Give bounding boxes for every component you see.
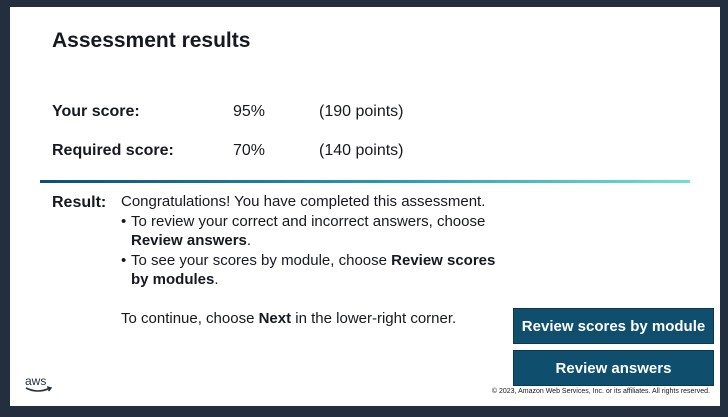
required-score-points: (140 points) (319, 142, 404, 159)
assessment-panel: Assessment results Your score: 95% (190 … (10, 7, 720, 406)
section-divider (40, 180, 690, 183)
aws-logo-icon: aws (25, 374, 53, 392)
continue-emphasis: Next (258, 309, 292, 327)
page-title: Assessment results (52, 29, 251, 52)
required-score-label: Required score: (52, 142, 174, 159)
aws-logo-text: aws (25, 374, 46, 388)
bullet-text: To review your correct and incorrect ans… (131, 212, 486, 230)
copyright-notice: © 2023, Amazon Web Services, Inc. or its… (491, 388, 710, 395)
your-score-label: Your score: (52, 103, 140, 120)
required-score-percent: 70% (233, 142, 266, 159)
bullet-dot: • (121, 212, 127, 230)
review-scores-by-module-button[interactable]: Review scores by module (513, 308, 714, 344)
result-bullet-review-answers: • To review your correct and incorrect a… (121, 212, 501, 251)
bullet-text-end: . (214, 271, 219, 288)
continue-instruction: To continue, choose Next in the lower-ri… (121, 309, 501, 329)
result-bullet-review-scores: • To see your scores by module, choose R… (121, 251, 501, 290)
continue-text-end: in the lower-right corner. (291, 309, 457, 327)
bullet-dot: • (121, 251, 127, 269)
review-answers-button[interactable]: Review answers (513, 350, 714, 386)
result-label: Result: (52, 194, 107, 211)
result-intro: Congratulations! You have completed this… (121, 193, 486, 210)
bullet-text: To see your scores by module, choose (131, 251, 392, 269)
your-score-points: (190 points) (319, 103, 404, 120)
your-score-percent: 95% (233, 103, 266, 120)
continue-text: To continue, choose (121, 309, 259, 327)
bullet-text-end: . (246, 232, 252, 249)
bullet-emphasis: Review answers (131, 232, 247, 249)
result-message: Congratulations! You have completed this… (121, 192, 501, 328)
